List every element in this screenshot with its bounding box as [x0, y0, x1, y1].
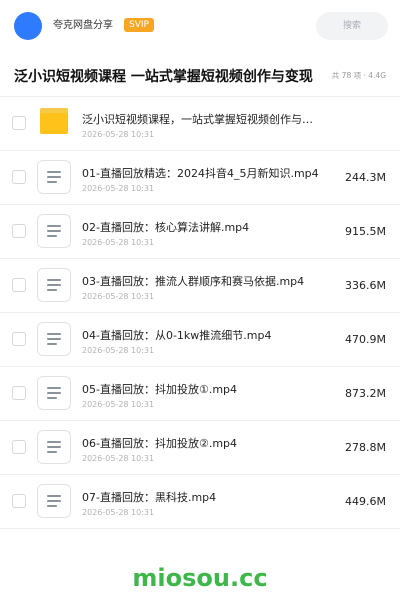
file-row[interactable]: 02-直播回放：核心算法讲解.mp4 2026-05-28 10:31 915.5M: [0, 205, 400, 259]
file-size: 244.3M: [345, 171, 386, 184]
file-date: 2026-05-28 10:31: [82, 508, 155, 517]
file-date: 2026-05-28 10:31: [82, 346, 155, 355]
share-title-row: 泛小识短视频课程 一站式掌握短视频创作与变现 共 78 项 · 4.4G: [0, 60, 400, 94]
svip-badge: SVIP: [124, 18, 154, 32]
file-name[interactable]: 03-直播回放：推流人群顺序和赛马依据.mp4: [82, 275, 322, 289]
file-row[interactable]: 06-直播回放：抖加投放②.mp4 2026-05-28 10:31 278.8M: [0, 421, 400, 475]
search-button[interactable]: 搜索: [316, 12, 388, 40]
watermark: miosou.cc: [132, 564, 268, 592]
row-checkbox[interactable]: [12, 278, 26, 292]
avatar[interactable]: [14, 12, 42, 40]
file-date: 2026-05-28 10:31: [82, 292, 155, 301]
page-title: 泛小识短视频课程 一站式掌握短视频创作与变现: [14, 69, 313, 85]
row-checkbox[interactable]: [12, 116, 26, 130]
file-name[interactable]: 04-直播回放：从0-1kw推流细节.mp4: [82, 329, 322, 343]
folder-icon: [40, 108, 68, 134]
row-checkbox[interactable]: [12, 440, 26, 454]
document-icon: [37, 430, 71, 464]
file-date: 2026-05-28 10:31: [82, 400, 155, 409]
file-date: 2026-05-28 10:31: [82, 454, 155, 463]
document-icon: [37, 160, 71, 194]
file-date: 2026-05-28 10:31: [82, 130, 155, 139]
file-size: 278.8M: [345, 441, 386, 454]
share-meta: 共 78 项 · 4.4G: [331, 70, 386, 82]
file-row[interactable]: 04-直播回放：从0-1kw推流细节.mp4 2026-05-28 10:31 47…: [0, 313, 400, 367]
document-icon: [37, 268, 71, 302]
file-row[interactable]: 05-直播回放：抖加投放①.mp4 2026-05-28 10:31 873.2M: [0, 367, 400, 421]
header: 夸克网盘分享 SVIP 搜索: [0, 0, 400, 52]
file-size: 449.6M: [345, 495, 386, 508]
row-checkbox[interactable]: [12, 224, 26, 238]
file-row[interactable]: 07-直播回放：黑科技.mp4 2026-05-28 10:31 449.6M: [0, 475, 400, 529]
document-icon: [37, 214, 71, 248]
row-checkbox[interactable]: [12, 386, 26, 400]
file-name[interactable]: 泛小识短视频课程，一站式掌握短视频创作与变现: [82, 113, 322, 127]
document-icon: [37, 322, 71, 356]
file-date: 2026-05-28 10:31: [82, 184, 155, 193]
file-size: 470.9M: [345, 333, 386, 346]
document-icon: [37, 484, 71, 518]
file-name[interactable]: 07-直播回放：黑科技.mp4: [82, 491, 322, 505]
file-row[interactable]: 03-直播回放：推流人群顺序和赛马依据.mp4 2026-05-28 10:31 3…: [0, 259, 400, 313]
document-icon: [37, 376, 71, 410]
user-name[interactable]: 夸克网盘分享: [53, 19, 113, 33]
file-size: 915.5M: [345, 225, 386, 238]
file-name[interactable]: 06-直播回放：抖加投放②.mp4: [82, 437, 322, 451]
file-name[interactable]: 01-直播回放精选：2024抖音4_5月新知识.mp4: [82, 167, 322, 181]
file-size: 873.2M: [345, 387, 386, 400]
file-date: 2026-05-28 10:31: [82, 238, 155, 247]
file-size: 336.6M: [345, 279, 386, 292]
file-row[interactable]: 01-直播回放精选：2024抖音4_5月新知识.mp4 2026-05-28 10…: [0, 151, 400, 205]
file-list: 泛小识短视频课程，一站式掌握短视频创作与变现 2026-05-28 10:31 01…: [0, 97, 400, 529]
row-checkbox[interactable]: [12, 332, 26, 346]
row-checkbox[interactable]: [12, 170, 26, 184]
file-row[interactable]: 泛小识短视频课程，一站式掌握短视频创作与变现 2026-05-28 10:31: [0, 97, 400, 151]
file-name[interactable]: 05-直播回放：抖加投放①.mp4: [82, 383, 322, 397]
file-name[interactable]: 02-直播回放：核心算法讲解.mp4: [82, 221, 322, 235]
row-checkbox[interactable]: [12, 494, 26, 508]
